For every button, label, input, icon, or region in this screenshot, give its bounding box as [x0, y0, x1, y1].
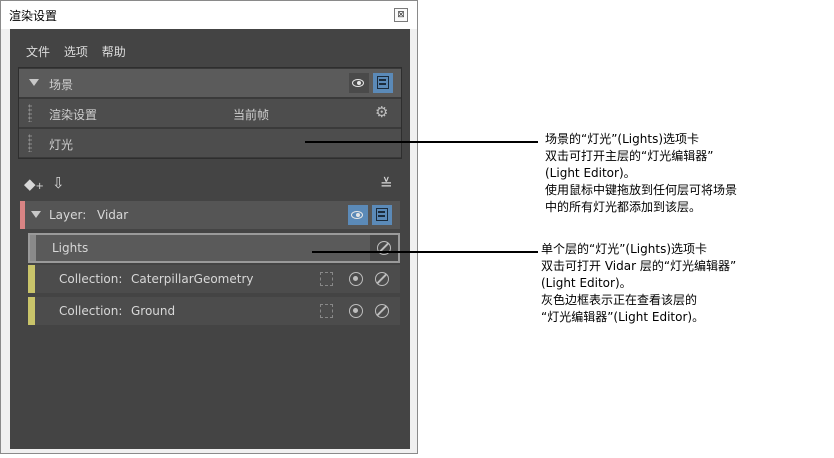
callout-line: 使用鼠标中键拖放到任何层可将场景 [545, 183, 738, 197]
visibility-toggle[interactable] [348, 205, 368, 225]
isolate-icon[interactable] [349, 272, 363, 286]
render-settings-window: 渲染设置 ⊠ 文件 选项 帮助 场景 渲染设置 当前帧 ⚙ 灯光 ◆+ ⇩ ≚ … [0, 0, 418, 454]
disable-icon[interactable] [375, 272, 389, 286]
menu-help[interactable]: 帮助 [102, 45, 126, 59]
override-icon[interactable] [320, 272, 333, 286]
drag-handle-icon[interactable] [28, 134, 32, 152]
render-settings-label: 渲染设置 [49, 108, 98, 122]
import-layer-icon[interactable]: ⇩ [52, 174, 65, 192]
collection-prefix: Collection: [59, 272, 123, 286]
callout-line: 双击可打开主层的“灯光编辑器” [545, 149, 714, 163]
render-settings-value: 当前帧 [233, 108, 270, 122]
callout-line: 场景的“灯光”(Lights)选项卡 [545, 132, 699, 146]
callout-line: (Light Editor)。 [541, 276, 632, 290]
callout-line: 双击可打开 Vidar 层的“灯光编辑器” [541, 259, 737, 273]
menu-file[interactable]: 文件 [26, 45, 50, 59]
drag-handle-icon[interactable] [28, 104, 32, 122]
collapse-arrow-icon[interactable] [31, 211, 41, 218]
layer-label: Layer: [49, 208, 87, 222]
close-button[interactable]: ⊠ [394, 8, 408, 22]
title-bar: 渲染设置 ⊠ [1, 1, 417, 29]
layer-name: Vidar [97, 208, 129, 222]
window-title: 渲染设置 [9, 9, 58, 23]
sort-icon[interactable]: ≚ [380, 175, 393, 193]
collapse-arrow-icon[interactable] [29, 79, 39, 86]
isolate-icon[interactable] [349, 304, 363, 318]
collection-row[interactable]: Collection: CaterpillarGeometry [28, 265, 400, 293]
scene-lights-callout: 场景的“灯光”(Lights)选项卡 双击可打开主层的“灯光编辑器” (Ligh… [545, 131, 737, 216]
layer-lights-label: Lights [52, 241, 89, 255]
disable-button[interactable] [370, 235, 398, 261]
layer-row[interactable]: Layer: Vidar [20, 201, 400, 229]
collection-name: Ground [131, 304, 176, 318]
eye-pupil [356, 213, 360, 217]
scene-label: 场景 [49, 78, 74, 92]
renderable-toggle[interactable] [372, 205, 392, 225]
callout-line: “灯光编辑器”(Light Editor)。 [541, 310, 705, 324]
renderable-toggle[interactable] [373, 73, 393, 93]
lights-accent-bar [30, 235, 36, 261]
menu-bar: 文件 选项 帮助 [26, 43, 136, 60]
scene-row[interactable]: 场景 [19, 69, 401, 97]
layer-lights-row[interactable]: Lights [28, 233, 400, 263]
gear-icon[interactable]: ⚙ [375, 103, 388, 121]
create-layer-icon[interactable]: ◆+ [24, 175, 44, 193]
clapboard-icon [377, 76, 389, 89]
collection-row[interactable]: Collection: Ground [28, 297, 400, 325]
disable-icon[interactable] [375, 304, 389, 318]
override-icon[interactable] [320, 304, 333, 318]
visibility-toggle[interactable] [349, 73, 369, 93]
scene-lights-label: 灯光 [49, 138, 74, 152]
callout-line: 单个层的“灯光”(Lights)选项卡 [541, 242, 707, 256]
collection-name: CaterpillarGeometry [131, 272, 254, 286]
eye-pupil [357, 81, 361, 85]
collection-prefix: Collection: [59, 304, 123, 318]
menu-options[interactable]: 选项 [64, 45, 88, 59]
scene-lights-leader-line [305, 141, 538, 143]
callout-line: (Light Editor)。 [545, 166, 636, 180]
scene-section: 场景 渲染设置 当前帧 ⚙ 灯光 [18, 67, 402, 159]
render-settings-row[interactable]: 渲染设置 当前帧 ⚙ [19, 99, 401, 127]
clapboard-icon [376, 208, 388, 221]
layer-lights-callout: 单个层的“灯光”(Lights)选项卡 双击可打开 Vidar 层的“灯光编辑器… [541, 241, 736, 326]
callout-line: 灰色边框表示正在查看该层的 [541, 293, 698, 307]
callout-line: 中的所有灯光都添加到该层。 [545, 200, 702, 214]
render-setup-panel: 文件 选项 帮助 场景 渲染设置 当前帧 ⚙ 灯光 ◆+ ⇩ ≚ Layer: … [10, 29, 410, 449]
layer-lights-leader-line [312, 251, 538, 253]
scene-lights-row[interactable]: 灯光 [19, 129, 401, 157]
